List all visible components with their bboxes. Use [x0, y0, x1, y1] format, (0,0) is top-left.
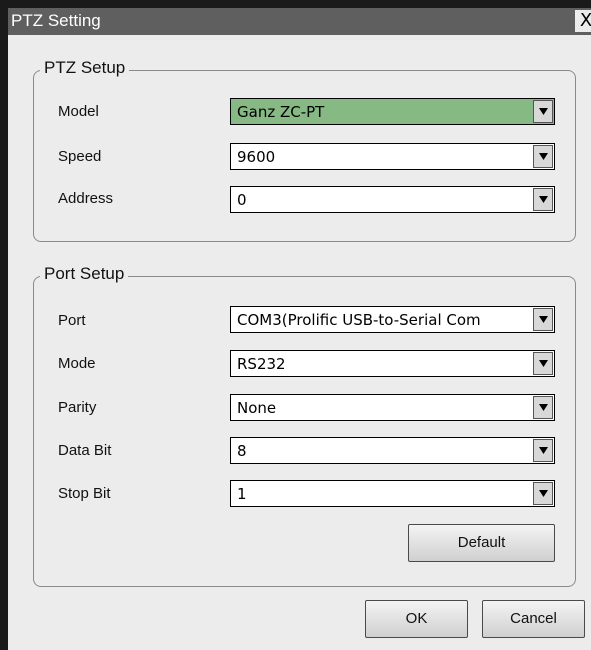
window-title: PTZ Setting [11, 11, 101, 30]
address-select[interactable]: 0 [230, 186, 555, 213]
chevron-down-icon[interactable] [533, 145, 553, 168]
model-label: Model [58, 103, 99, 120]
stop-bit-select[interactable]: 1 [230, 480, 555, 507]
chevron-down-icon[interactable] [533, 100, 553, 123]
mode-label: Mode [58, 355, 96, 372]
chevron-down-icon[interactable] [533, 352, 553, 375]
chevron-down-icon[interactable] [533, 482, 553, 505]
port-setup-title: Port Setup [40, 263, 129, 285]
port-label: Port [58, 312, 86, 329]
parity-label: Parity [58, 399, 97, 416]
port-value: COM3(Prolific USB-to-Serial Com [237, 311, 481, 329]
parity-value: None [237, 399, 277, 417]
mode-select[interactable]: RS232 [230, 350, 555, 377]
port-select[interactable]: COM3(Prolific USB-to-Serial Com [230, 306, 555, 333]
chevron-down-icon[interactable] [533, 439, 553, 462]
chevron-down-icon[interactable] [533, 188, 553, 211]
speed-label: Speed [58, 148, 102, 165]
data-bit-label: Data Bit [58, 442, 112, 459]
speed-select[interactable]: 9600 [230, 143, 555, 170]
cancel-button[interactable]: Cancel [482, 600, 585, 638]
model-value: Ganz ZC-PT [237, 103, 325, 121]
stop-bit-value: 1 [237, 485, 247, 503]
data-bit-value: 8 [237, 442, 247, 460]
ptz-setting-dialog: PTZ Setting X PTZ Setup Model Ganz ZC-PT… [0, 0, 591, 650]
address-label: Address [58, 190, 114, 207]
address-value: 0 [237, 191, 247, 209]
ok-button[interactable]: OK [365, 600, 468, 638]
chevron-down-icon[interactable] [533, 396, 553, 419]
chevron-down-icon[interactable] [533, 308, 553, 331]
title-bar[interactable]: PTZ Setting X [8, 8, 591, 35]
stop-bit-label: Stop Bit [58, 485, 111, 502]
data-bit-select[interactable]: 8 [230, 437, 555, 464]
parity-select[interactable]: None [230, 394, 555, 421]
close-button[interactable]: X [575, 10, 591, 32]
speed-value: 9600 [237, 148, 276, 166]
default-button[interactable]: Default [408, 524, 555, 562]
model-select[interactable]: Ganz ZC-PT [230, 98, 555, 125]
mode-value: RS232 [237, 355, 286, 373]
ptz-setup-title: PTZ Setup [40, 57, 130, 79]
